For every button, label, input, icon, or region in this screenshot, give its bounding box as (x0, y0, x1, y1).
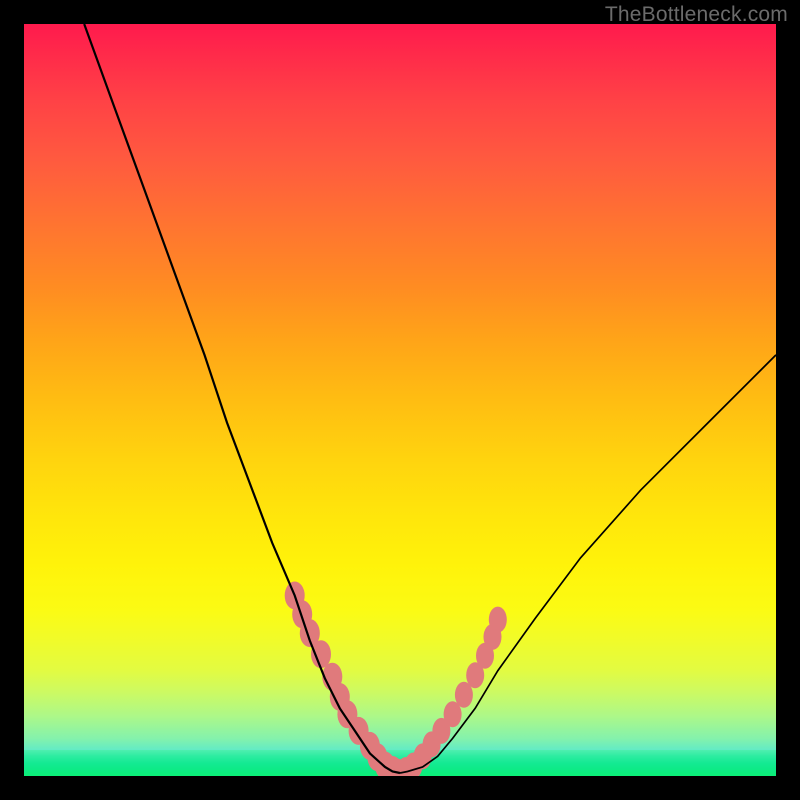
blobs-left (285, 582, 407, 777)
chart-svg (24, 24, 776, 776)
watermark: TheBottleneck.com (605, 3, 788, 27)
curve-left (84, 24, 400, 773)
frame: TheBottleneck.com (0, 0, 800, 800)
blobs-right (391, 607, 507, 776)
plot-area (24, 24, 776, 776)
